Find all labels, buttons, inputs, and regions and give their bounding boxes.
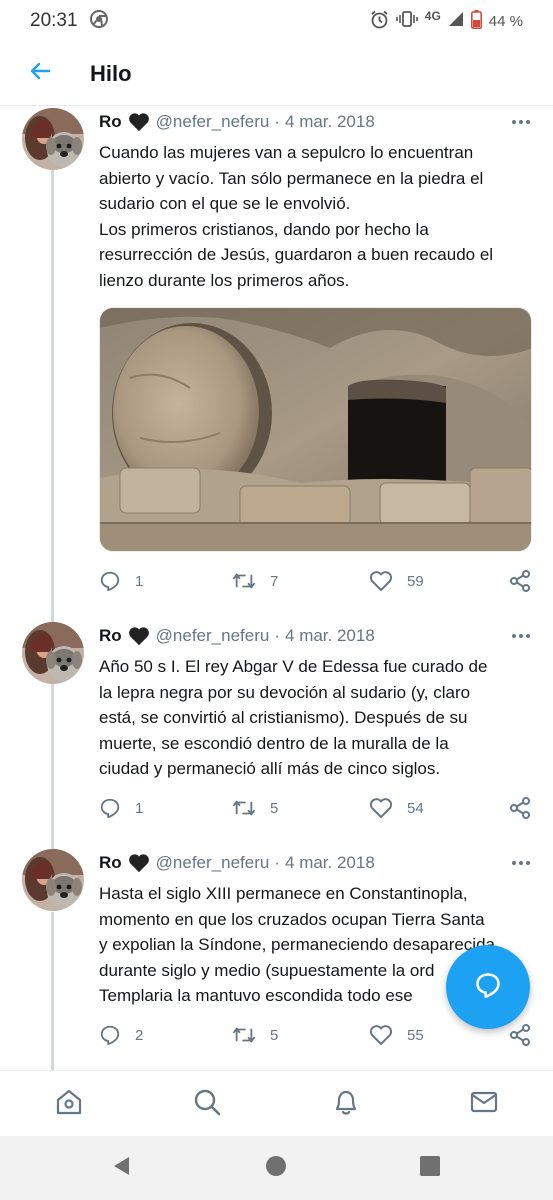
tweet-date[interactable]: 4 mar. 2018: [285, 112, 375, 132]
tweet-text: Año 50 s I. El rey Abgar V de Edessa fue…: [99, 657, 488, 778]
signal-icon: [448, 11, 464, 31]
avatar[interactable]: [22, 108, 84, 170]
share-button[interactable]: [509, 566, 531, 596]
avatar[interactable]: [22, 849, 84, 911]
page-title: Hilo: [90, 60, 132, 86]
retweet-icon: [232, 797, 256, 819]
share-icon: [509, 570, 531, 592]
heart-icon: [369, 1024, 393, 1046]
tweet-actions: 1 7 59: [99, 566, 539, 596]
retweet-icon: [232, 1024, 256, 1046]
black-heart-icon: [128, 626, 150, 646]
share-button[interactable]: [509, 1020, 531, 1050]
tweet-actions: 1 5 54: [99, 793, 539, 823]
tweet-image[interactable]: [99, 307, 532, 552]
reply-button[interactable]: 1: [99, 566, 143, 596]
nav-notifications[interactable]: [329, 1087, 363, 1121]
battery-percent: 44 %: [488, 12, 523, 30]
home-circle-icon: [265, 1155, 287, 1182]
author-handle[interactable]: @nefer_neferu: [156, 626, 270, 646]
like-button[interactable]: 54: [369, 793, 424, 823]
alarm-icon: [370, 10, 389, 33]
recents-square-icon: [419, 1155, 441, 1182]
author-name[interactable]: Ro: [99, 626, 122, 646]
app-header: Hilo: [0, 42, 553, 106]
like-button[interactable]: 55: [369, 1020, 424, 1050]
black-heart-icon: [128, 853, 150, 873]
like-count: 54: [407, 799, 424, 817]
black-heart-icon: [128, 112, 150, 132]
nav-search[interactable]: [190, 1087, 224, 1121]
author-name[interactable]: Ro: [99, 112, 122, 132]
nav-messages[interactable]: [467, 1087, 501, 1121]
retweet-button[interactable]: 5: [232, 793, 278, 823]
author-handle[interactable]: @nefer_neferu: [156, 853, 270, 873]
retweet-button[interactable]: 5: [232, 1020, 278, 1050]
heart-icon: [369, 570, 393, 592]
tweet[interactable]: Ro @nefer_neferu · 4 mar. 2018 Cuando la…: [0, 106, 553, 606]
retweet-count: 7: [270, 572, 279, 590]
like-button[interactable]: 59: [369, 566, 424, 596]
tweet[interactable]: Ro @nefer_neferu · 4 mar. 2018 Año 50 s …: [0, 620, 553, 840]
tweet-text: Cuando las mujeres van a sepulcro lo enc…: [99, 143, 494, 290]
separator: ·: [274, 853, 281, 872]
more-options-icon[interactable]: [509, 112, 533, 132]
home-icon: [54, 1087, 84, 1122]
heart-icon: [369, 797, 393, 819]
share-button[interactable]: [509, 793, 531, 823]
retweet-count: 5: [270, 1026, 279, 1044]
reply-button[interactable]: 1: [99, 793, 143, 823]
system-home-button[interactable]: [264, 1155, 288, 1182]
messages-icon: [469, 1087, 499, 1122]
share-icon: [509, 1024, 531, 1046]
tweet-date[interactable]: 4 mar. 2018: [285, 626, 375, 646]
reply-bubble-icon: [474, 971, 502, 1004]
separator: ·: [274, 626, 281, 645]
bottom-navigation: [0, 1070, 553, 1136]
separator: ·: [274, 112, 281, 131]
network-label: 4G: [424, 9, 441, 23]
system-recents-button[interactable]: [418, 1155, 442, 1182]
author-handle[interactable]: @nefer_neferu: [156, 112, 270, 132]
status-time: 20:31: [30, 10, 78, 31]
system-back-button[interactable]: [110, 1156, 134, 1180]
reply-count: 1: [135, 572, 144, 590]
reply-count: 1: [135, 799, 144, 817]
reply-icon: [99, 797, 121, 819]
system-navigation-bar: [0, 1136, 553, 1200]
reply-icon: [99, 570, 121, 592]
share-icon: [509, 797, 531, 819]
retweet-button[interactable]: 7: [232, 566, 278, 596]
tweet-header: Ro @nefer_neferu · 4 mar. 2018: [99, 851, 533, 875]
reply-icon: [99, 1024, 121, 1046]
status-bar: 20:31 4G 44 %: [0, 0, 553, 42]
compose-reply-button[interactable]: [446, 945, 530, 1029]
like-count: 55: [407, 1026, 424, 1044]
chrome-icon: [89, 9, 108, 33]
author-name[interactable]: Ro: [99, 853, 122, 873]
retweet-count: 5: [270, 799, 279, 817]
nav-home[interactable]: [52, 1087, 86, 1121]
notifications-icon: [331, 1087, 361, 1122]
back-button[interactable]: [20, 54, 60, 94]
avatar[interactable]: [22, 622, 84, 684]
tweet-header: Ro @nefer_neferu · 4 mar. 2018: [99, 624, 533, 648]
reply-button[interactable]: 2: [99, 1020, 143, 1050]
retweet-icon: [232, 570, 256, 592]
more-options-icon[interactable]: [509, 626, 533, 646]
thread-feed[interactable]: Ro @nefer_neferu · 4 mar. 2018 Cuando la…: [0, 106, 553, 1070]
search-icon: [192, 1087, 222, 1122]
battery-icon: [470, 9, 482, 33]
like-count: 59: [407, 572, 424, 590]
more-options-icon[interactable]: [509, 853, 533, 873]
tweet-date[interactable]: 4 mar. 2018: [285, 853, 375, 873]
arrow-left-icon: [28, 59, 52, 88]
reply-count: 2: [135, 1026, 144, 1044]
back-triangle-icon: [111, 1155, 133, 1182]
tweet-header: Ro @nefer_neferu · 4 mar. 2018: [99, 110, 533, 134]
vibrate-icon: [395, 10, 418, 32]
